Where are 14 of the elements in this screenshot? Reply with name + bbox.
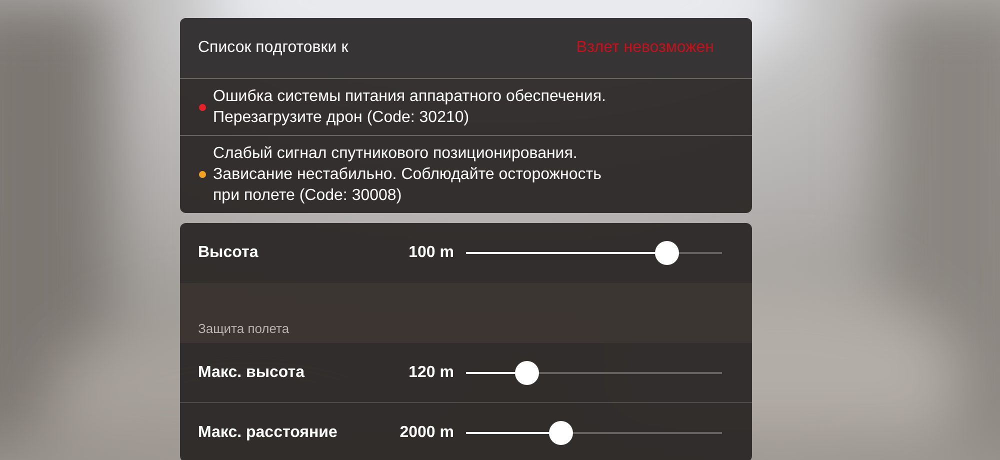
setting-value: 2000 m bbox=[398, 424, 454, 442]
slider-thumb[interactable] bbox=[654, 241, 679, 265]
slider-thumb[interactable] bbox=[515, 360, 540, 384]
setting-value: 120 m bbox=[408, 364, 454, 382]
setting-label: Макс. высота bbox=[198, 364, 306, 382]
takeoff-status: Взлет невозможен bbox=[576, 39, 714, 57]
setting-value: 100 m bbox=[408, 244, 454, 262]
warning-message: Ошибка системы питания аппаратного обеспечения. Перезагрузите дрон (Code: 30210) bbox=[213, 87, 606, 128]
setting-label: Макс. расстояние bbox=[198, 424, 338, 442]
slider-thumb[interactable] bbox=[548, 420, 573, 444]
setting-label: Высота bbox=[198, 244, 260, 262]
checklist-title: Список подготовки к bbox=[198, 39, 348, 57]
warning-message: Слабый сигнал спутникового позиционирования. Зависание нестабильно. Соблюдайте осторожность при полете (Code: 30008) bbox=[213, 144, 602, 206]
section-title: Защита полета bbox=[198, 321, 290, 336]
